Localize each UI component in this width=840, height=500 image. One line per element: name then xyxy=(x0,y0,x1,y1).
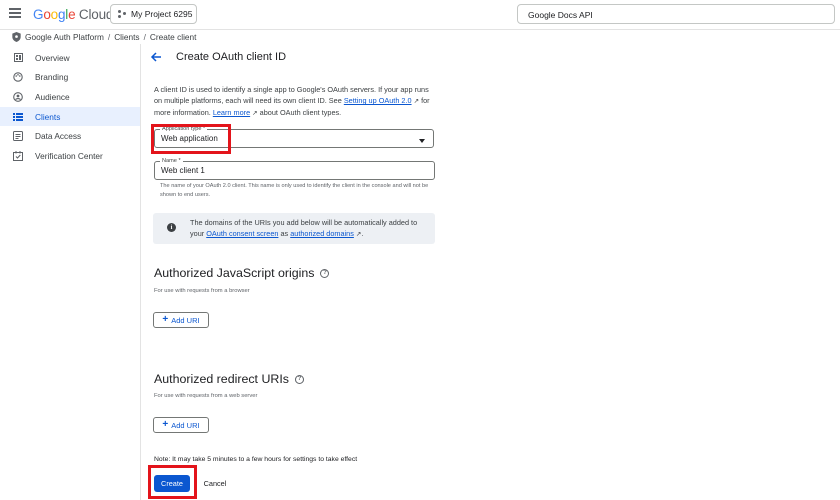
name-label: Name * xyxy=(160,158,183,165)
breadcrumb-create-client: Create client xyxy=(149,32,197,42)
help-icon[interactable]: ? xyxy=(320,268,330,278)
info-box: i The domains of the URIs you add below … xyxy=(153,213,435,244)
key-icon xyxy=(13,112,23,122)
learn-more-link[interactable]: Learn more xyxy=(213,108,250,117)
google-cloud-logo[interactable]: Google Cloud xyxy=(33,7,113,22)
application-type-select[interactable]: Application type * Web application xyxy=(154,126,434,148)
plus-icon: + xyxy=(162,314,169,325)
hamburger-menu-icon[interactable] xyxy=(9,8,21,18)
oauth-consent-screen-link[interactable]: OAuth consent screen xyxy=(206,229,278,238)
js-origins-title: Authorized JavaScript origins ? xyxy=(154,266,330,280)
sidebar-item-audience[interactable]: Audience xyxy=(0,87,140,107)
page-title: Create OAuth client ID xyxy=(176,51,287,63)
create-button[interactable]: Create xyxy=(154,475,190,492)
application-type-label: Application type * xyxy=(160,126,208,133)
js-origins-subtitle: For use with requests from a browser xyxy=(154,288,250,294)
info-icon: i xyxy=(167,223,176,232)
breadcrumb-separator: / xyxy=(143,32,146,42)
add-js-origin-uri-button[interactable]: + Add URI xyxy=(153,312,209,328)
shield-icon xyxy=(12,32,21,42)
palette-icon xyxy=(13,72,23,83)
project-name: My Project 6295 xyxy=(131,9,193,19)
breadcrumb-clients[interactable]: Clients xyxy=(114,32,139,42)
sidebar: Overview Branding Audience Clients Data … xyxy=(0,44,141,500)
name-helper-text: The name of your OAuth 2.0 client. This … xyxy=(160,183,429,198)
name-field[interactable]: Name * Web client 1 xyxy=(154,158,435,180)
sidebar-item-verification-center[interactable]: Verification Center xyxy=(0,146,140,166)
search-input[interactable]: Google Docs API xyxy=(517,4,835,24)
breadcrumb-separator: / xyxy=(107,32,111,42)
sidebar-item-overview[interactable]: Overview xyxy=(0,48,140,68)
top-bar: Google Cloud My Project 6295 Google Docs… xyxy=(0,0,840,30)
overview-icon xyxy=(13,53,23,63)
setting-up-oauth-link[interactable]: Setting up OAuth 2.0 xyxy=(344,96,412,105)
intro-text: A client ID is used to identify a single… xyxy=(154,85,430,118)
sidebar-item-branding[interactable]: Branding xyxy=(0,68,140,88)
back-arrow-icon[interactable] xyxy=(150,51,162,63)
sidebar-item-clients[interactable]: Clients xyxy=(0,106,140,127)
redirect-uris-subtitle: For use with requests from a web server xyxy=(154,393,258,399)
redirect-uris-title: Authorized redirect URIs ? xyxy=(154,372,304,386)
info-text: The domains of the URIs you add below wi… xyxy=(190,218,418,238)
cancel-button[interactable]: Cancel xyxy=(199,475,231,492)
data-access-icon xyxy=(13,131,23,142)
application-type-value: Web application xyxy=(161,134,218,143)
help-icon[interactable]: ? xyxy=(294,374,304,384)
plus-icon: + xyxy=(162,419,169,430)
breadcrumb-auth-platform[interactable]: Google Auth Platform xyxy=(25,32,104,42)
verification-icon xyxy=(13,150,23,161)
chevron-down-icon xyxy=(419,139,425,143)
add-redirect-uri-button[interactable]: + Add URI xyxy=(153,417,209,433)
project-picker-button[interactable]: My Project 6295 xyxy=(110,4,197,24)
project-dots-icon xyxy=(118,10,126,18)
settings-note: Note: It may take 5 minutes to a few hou… xyxy=(154,456,358,463)
audience-icon xyxy=(13,92,23,102)
name-value: Web client 1 xyxy=(161,166,205,175)
sidebar-item-data-access[interactable]: Data Access xyxy=(0,126,140,146)
authorized-domains-link[interactable]: authorized domains xyxy=(290,229,354,238)
breadcrumb: Google Auth Platform / Clients / Create … xyxy=(12,30,196,44)
